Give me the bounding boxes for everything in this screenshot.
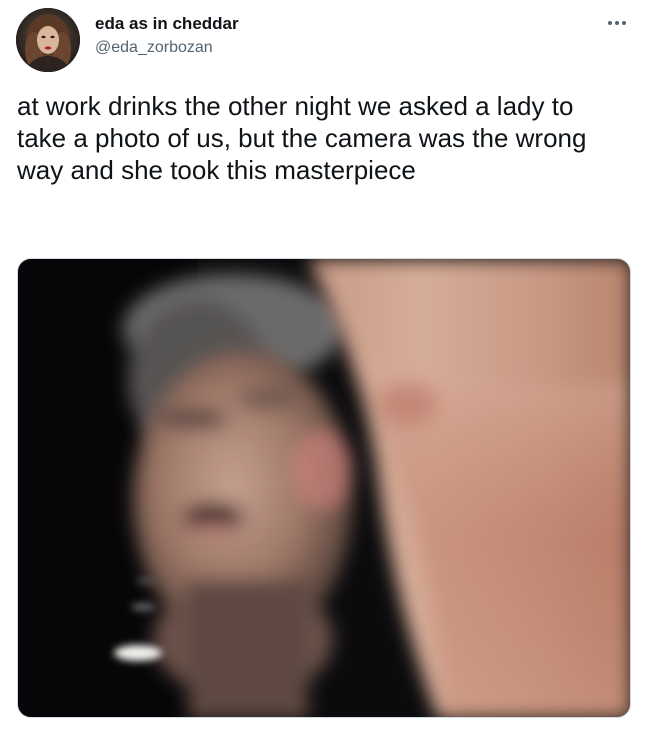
more-options-button[interactable] (604, 10, 630, 36)
tweet: eda as in cheddar @eda_zorbozan at work … (0, 0, 648, 729)
blurry-photo (18, 259, 630, 717)
more-horizontal-icon (608, 21, 626, 25)
tweet-text: at work drinks the other night we asked … (17, 91, 587, 185)
avatar[interactable] (16, 8, 80, 72)
avatar-image (16, 8, 80, 72)
user-handle[interactable]: @eda_zorbozan (95, 38, 239, 58)
tweet-photo[interactable] (17, 258, 631, 718)
author-info: eda as in cheddar @eda_zorbozan (95, 14, 239, 58)
display-name[interactable]: eda as in cheddar (95, 14, 239, 34)
